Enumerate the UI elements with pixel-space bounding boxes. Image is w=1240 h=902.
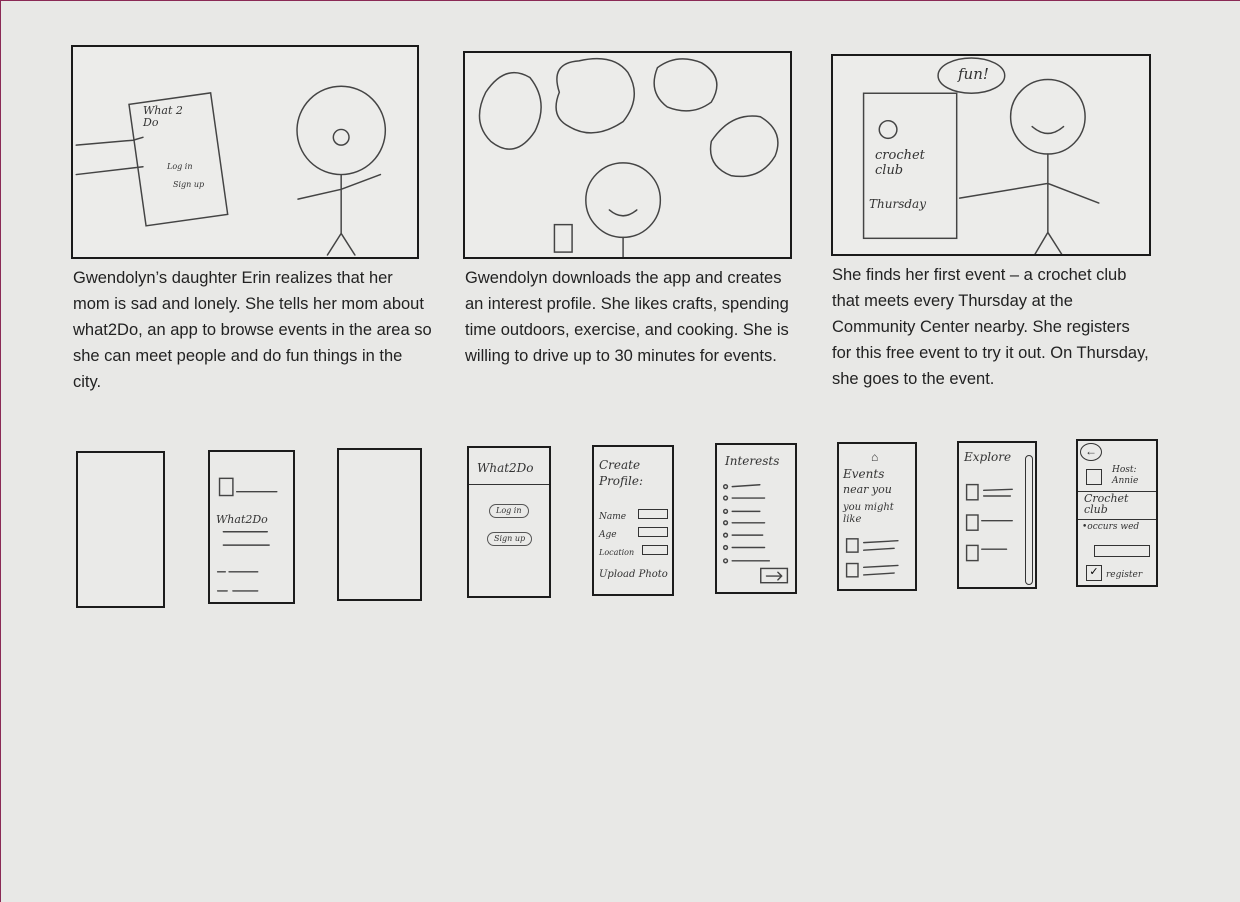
name-field-label: Name — [599, 512, 627, 522]
register-label: register — [1106, 570, 1143, 580]
event-list-sketch — [845, 538, 899, 578]
splash-sketch-lines — [216, 477, 278, 592]
upload-photo-label[interactable]: Upload Photo — [599, 569, 668, 581]
screen-frame-5-create-profile: Create Profile: Name Age Location Upload… — [592, 445, 674, 596]
panel-3-caption: She finds her first event – a crochet cl… — [832, 266, 1149, 388]
event-schedule: •occurs wed — [1082, 522, 1140, 532]
host-label: Host: Annie — [1112, 465, 1139, 486]
event-card-day: Thursday — [869, 197, 926, 211]
login-screen-title: What2Do — [477, 461, 534, 475]
explore-list-sketch — [965, 483, 1013, 562]
back-arrow-icon[interactable]: ← — [1080, 443, 1102, 461]
phone-signup-button: Sign up — [173, 180, 205, 189]
event-card-title: crochet club — [875, 148, 925, 178]
phone-app-title: What 2 Do — [143, 104, 183, 129]
screen-frame-6-interests: Interests — [715, 443, 797, 594]
host-avatar-icon — [1086, 469, 1102, 485]
screen-frame-3 — [337, 448, 422, 601]
location-field-label: Location — [599, 548, 635, 557]
create-profile-title: Create Profile: — [599, 458, 644, 488]
storyboard-panel-3: fun! crochet club Thursday — [831, 54, 1151, 256]
location-field[interactable] — [642, 545, 668, 555]
name-field[interactable] — [638, 509, 668, 519]
interest-checklist-sketch — [722, 484, 789, 584]
scrollbar[interactable] — [1025, 455, 1033, 585]
event-title: Crochet club — [1084, 492, 1129, 516]
storyboard-panel-2 — [463, 51, 792, 259]
age-field[interactable] — [638, 527, 668, 537]
age-field-label: Age — [599, 530, 617, 540]
screen-frame-4-login: What2Do Log in Sign up — [467, 446, 551, 598]
screen-frame-8-explore: Explore — [957, 441, 1037, 589]
login-button[interactable]: Log in — [489, 504, 529, 518]
register-checkbox[interactable]: ✓ — [1086, 565, 1102, 581]
panel-2-caption: Gwendolyn downloads the app and creates … — [465, 269, 789, 365]
sketch-erin-showing-phone — [75, 85, 387, 256]
screen-frame-7-events: ⌂ Events near you you might like — [837, 442, 917, 591]
storyboard-panel-1: What 2 Do Log in Sign up — [71, 45, 419, 259]
screen-frame-2-splash: What2Do — [208, 450, 295, 604]
signup-button[interactable]: Sign up — [487, 532, 533, 546]
fun-speech-bubble: fun! — [958, 65, 989, 83]
sketch-thought-bubbles — [478, 57, 779, 257]
screen-frame-9-event-detail: ← Host: Annie Crochet club •occurs wed ✓… — [1076, 439, 1158, 587]
phone-login-button: Log in — [167, 162, 193, 171]
event-info-box — [1094, 545, 1150, 557]
screen-frame-1 — [76, 451, 165, 608]
panel-1-caption: Gwendolyn’s daughter Erin realizes that … — [73, 269, 432, 391]
